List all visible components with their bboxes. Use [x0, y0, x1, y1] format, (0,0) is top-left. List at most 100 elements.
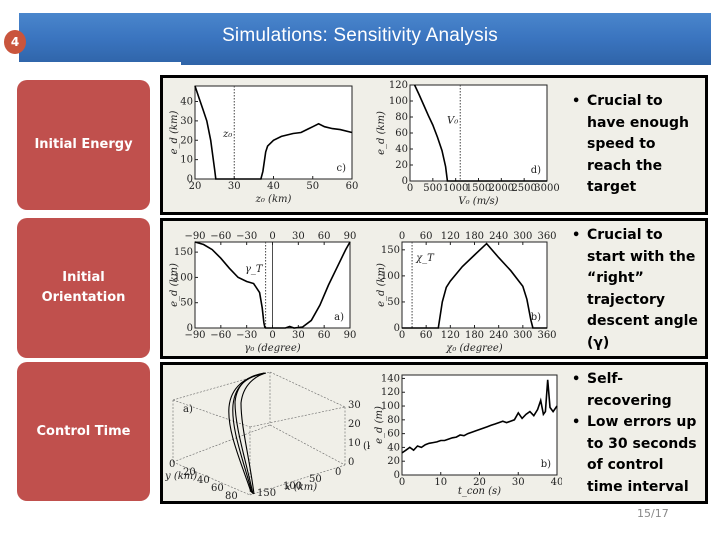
x-tick-label: 300 — [513, 330, 532, 341]
plot-orientation-chi: 0 60 120 180 240 300 360 0 60 120 180 240 300 360 0 50 1… — [372, 223, 562, 355]
y-axis-label: e_d (km) — [169, 263, 180, 307]
panel-letter: d) — [531, 165, 541, 176]
x-tick-label: 30 — [228, 181, 241, 192]
page-number: 15/17 — [637, 507, 669, 520]
y-tick-label: 150 — [381, 245, 400, 256]
panel-letter: a) — [183, 404, 193, 415]
x-axis-label: z₀ (km) — [255, 194, 292, 205]
x-tick-label: 0 — [335, 467, 341, 478]
top-x-tick-label: −90 — [184, 231, 205, 242]
x-tick-label: 40 — [551, 477, 562, 488]
y-axis-label: e_d (km) — [169, 110, 180, 154]
panel-letter: b) — [531, 312, 541, 323]
y-tick-label: 10 — [180, 155, 193, 166]
y-axis-label: e_d (km) — [376, 111, 387, 155]
x-axis-label: γ₀ (degree) — [244, 343, 300, 354]
y-tick-label: 0 — [187, 174, 193, 185]
y-tick-label: 40 — [197, 475, 210, 486]
x-tick-label: 30 — [512, 477, 525, 488]
trajectory-line — [240, 372, 267, 495]
trajectory-line — [234, 372, 266, 495]
plot-control-time-error: 0 10 20 30 40 0 20 40 60 80 100 120 140 b) t_con (s) e_… — [372, 367, 562, 499]
bullets-initial-orientation: Crucial to start with the “right” trajec… — [570, 225, 700, 354]
x-tick-label: 40 — [267, 181, 280, 192]
y-tick-label: 20 — [387, 456, 400, 467]
y-axis-label: e_d (km) — [376, 263, 387, 307]
y-tick-label: 40 — [180, 97, 193, 108]
z-tick-label: 30 — [348, 400, 361, 411]
x-tick-label: 60 — [318, 330, 331, 341]
y-tick-label: 0 — [169, 459, 175, 470]
x-tick-label: 180 — [465, 330, 484, 341]
reference-label: V₀ — [447, 115, 458, 126]
axis-box-edge — [269, 371, 346, 408]
plot-control-3d-trajectory: a)0102030(km)020406080y (km)050100150x (… — [165, 367, 370, 499]
panel-letter: b) — [541, 459, 551, 470]
x-tick-label: 150 — [257, 488, 276, 499]
top-x-tick-label: 60 — [318, 231, 331, 242]
header-accent-strip — [19, 62, 181, 66]
y-tick-label: 140 — [381, 373, 400, 384]
reference-label: χ_T — [415, 253, 435, 264]
x-axis-label: t_con (s) — [458, 486, 501, 497]
y-tick-label: 60 — [387, 429, 400, 440]
section-number-badge: 4 — [4, 30, 26, 54]
y-tick-label: 120 — [381, 387, 400, 398]
x-tick-label: 500 — [423, 183, 442, 194]
x-tick-label: 1000 — [443, 183, 468, 194]
x-tick-label: 2500 — [511, 183, 536, 194]
top-x-tick-label: 300 — [513, 231, 532, 242]
y-tick-label: 0 — [402, 176, 408, 187]
x-tick-label: 2000 — [489, 183, 514, 194]
y-tick-label: 120 — [389, 80, 408, 91]
plot-frame — [409, 84, 548, 182]
top-x-tick-label: −30 — [236, 231, 257, 242]
y-tick-label: 100 — [389, 96, 408, 107]
y-tick-label: 80 — [395, 112, 408, 123]
x-tick-label: 60 — [346, 181, 359, 192]
plot-orientation-gamma: −90 −60 −30 0 30 60 90 −90 −60 −30 0 30 60 90 0 50 100 15… — [165, 223, 365, 355]
top-x-tick-label: 0 — [399, 231, 405, 242]
top-x-tick-label: 120 — [441, 231, 460, 242]
x-tick-label: 120 — [441, 330, 460, 341]
axis-box-edge — [172, 424, 271, 463]
row-label-initial-orientation: Initial Orientation — [17, 218, 150, 358]
x-tick-label: 90 — [344, 330, 357, 341]
panel-letter: c) — [336, 163, 346, 174]
x-tick-label: 3000 — [534, 183, 559, 194]
y-tick-label: 80 — [225, 491, 238, 499]
plot-frame — [194, 85, 353, 180]
x-axis-label: x (km) — [285, 482, 317, 493]
panel-letter: a) — [334, 312, 344, 323]
x-tick-label: 240 — [489, 330, 508, 341]
top-x-tick-label: −60 — [210, 231, 231, 242]
y-tick-label: 60 — [395, 128, 408, 139]
bullets-initial-energy: Crucial to have enough speed to reach th… — [570, 91, 700, 199]
z-tick-label: 20 — [348, 419, 361, 430]
bullet-item: Crucial to have enough speed to reach th… — [570, 91, 700, 199]
y-axis-label: y (km) — [165, 471, 197, 482]
bullet-item: Low errors up to 30 seconds of control t… — [570, 412, 700, 498]
top-x-tick-label: 180 — [465, 231, 484, 242]
y-tick-label: 50 — [387, 297, 400, 308]
bullet-item: Crucial to start with the “right” trajec… — [570, 225, 700, 354]
x-tick-label: 1500 — [466, 183, 491, 194]
x-tick-label: −30 — [236, 330, 257, 341]
y-tick-label: 0 — [187, 323, 193, 334]
y-tick-label: 50 — [180, 298, 193, 309]
top-x-tick-label: 360 — [537, 231, 556, 242]
top-x-tick-label: 30 — [292, 231, 305, 242]
z-tick-label: 10 — [348, 438, 361, 449]
y-tick-label: 20 — [395, 160, 408, 171]
y-axis-label: e_d (m) — [374, 406, 385, 444]
x-tick-label: 10 — [434, 477, 447, 488]
y-tick-label: 30 — [180, 116, 193, 127]
top-x-tick-label: 0 — [269, 231, 275, 242]
x-tick-label: 360 — [537, 330, 556, 341]
y-tick-label: 40 — [387, 442, 400, 453]
y-tick-label: 150 — [174, 247, 193, 258]
y-tick-label: 0 — [394, 323, 400, 334]
z-axis-label: (km) — [363, 441, 370, 452]
row-label-control-time: Control Time — [17, 362, 150, 501]
x-tick-label: 30 — [292, 330, 305, 341]
